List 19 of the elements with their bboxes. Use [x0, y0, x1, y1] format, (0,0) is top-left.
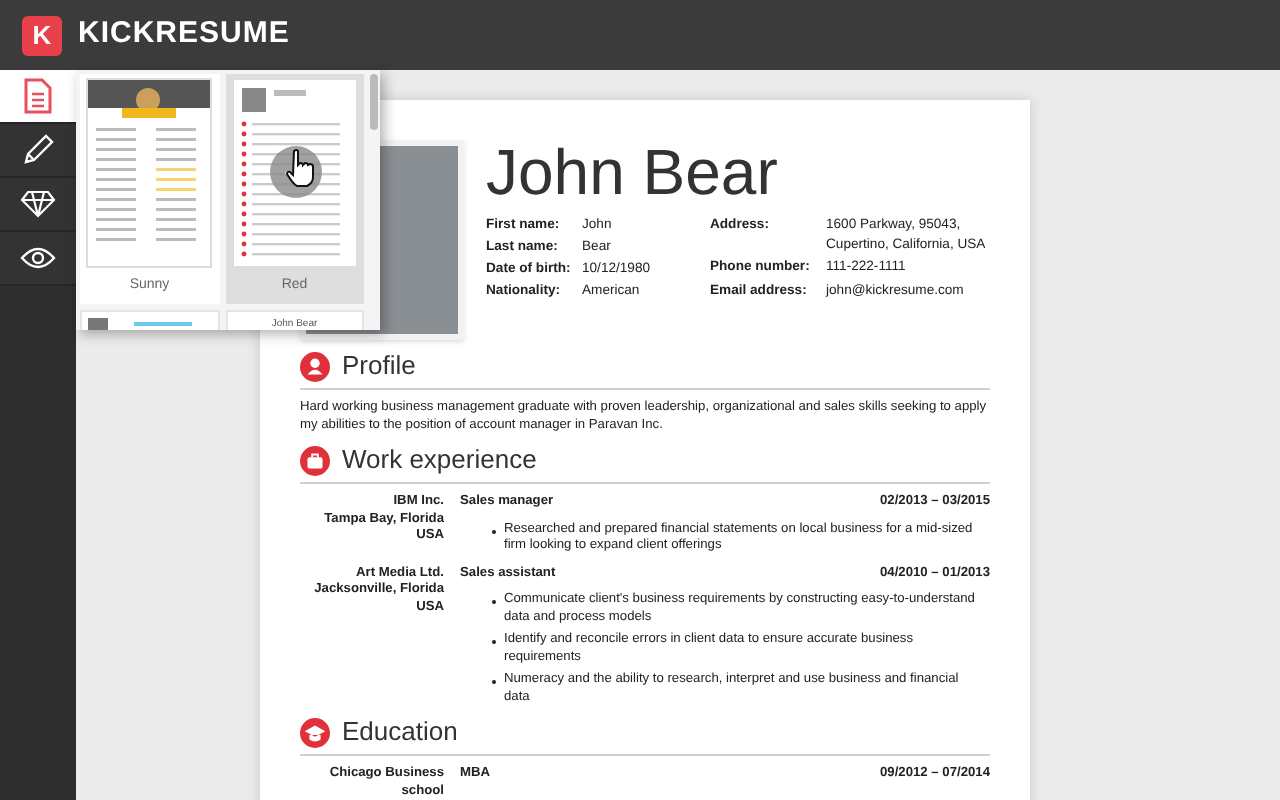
section-title: Work experience: [342, 444, 537, 476]
person-icon: [300, 351, 330, 381]
graduation-cap-icon: [300, 717, 330, 747]
scrollbar[interactable]: [370, 74, 378, 130]
hand-cursor-icon: [284, 148, 316, 188]
sidebar-tab[interactable]: [0, 70, 76, 124]
eye-icon: [20, 246, 56, 270]
sidebar-tab[interactable]: [0, 232, 76, 286]
diamond-icon: [20, 190, 56, 218]
pencil-icon: [22, 134, 54, 166]
person-name: John Bear: [486, 136, 780, 208]
sidebar-tab[interactable]: [0, 178, 76, 232]
app-name: KICKRESUME: [78, 14, 290, 55]
sidebar-tab[interactable]: [0, 124, 76, 178]
briefcase-icon: [300, 445, 330, 475]
logo-icon[interactable]: K: [22, 15, 62, 55]
section-title: Education: [342, 716, 458, 748]
document-icon: [24, 78, 52, 114]
section-title: Profile: [342, 350, 416, 382]
